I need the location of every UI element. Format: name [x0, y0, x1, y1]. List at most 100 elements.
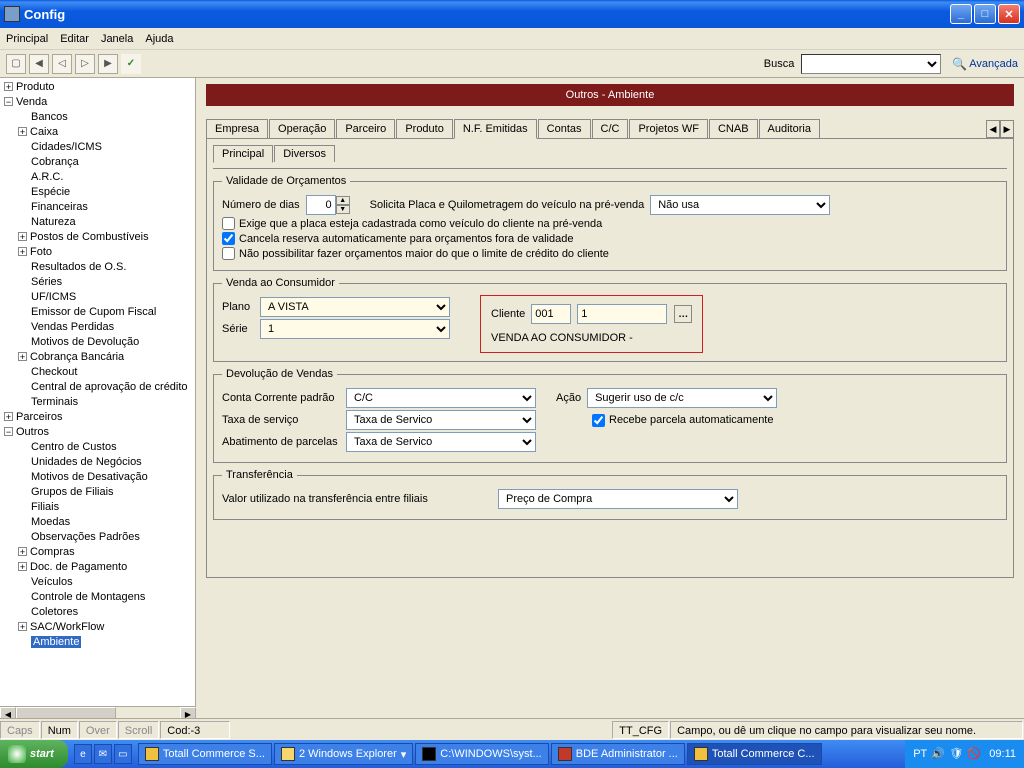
tab-contas[interactable]: Contas — [538, 119, 591, 138]
tree-outros[interactable]: Outros — [16, 426, 49, 438]
tree-bancos[interactable]: Bancos — [31, 111, 68, 123]
task-cmd[interactable]: C:\WINDOWS\syst... — [415, 743, 548, 765]
solicita-placa-select[interactable]: Não usa — [650, 195, 830, 215]
task-totall-c[interactable]: Totall Commerce C... — [687, 743, 822, 765]
tray-icon-2[interactable]: 🛡 — [949, 747, 963, 761]
ql-outlook-icon[interactable]: ✉ — [94, 744, 112, 764]
maximize-button[interactable]: □ — [974, 4, 996, 24]
tree-coletores[interactable]: Coletores — [31, 606, 78, 618]
spin-down-icon[interactable]: ▼ — [336, 205, 350, 214]
tree-filiais[interactable]: Filiais — [31, 501, 59, 513]
tab-cc[interactable]: C/C — [592, 119, 629, 138]
taxa-select[interactable]: Taxa de Servico — [346, 410, 536, 430]
tree-emissor[interactable]: Emissor de Cupom Fiscal — [31, 306, 156, 318]
tree-cidades[interactable]: Cidades/ICMS — [31, 141, 102, 153]
tree-uficms[interactable]: UF/ICMS — [31, 291, 76, 303]
numero-dias-input[interactable] — [306, 195, 336, 215]
tree-cobranca[interactable]: Cobrança — [31, 156, 79, 168]
tree-centro-custos[interactable]: Centro de Custos — [31, 441, 117, 453]
task-bde[interactable]: BDE Administrator ... — [551, 743, 685, 765]
menu-principal[interactable]: Principal — [6, 33, 48, 45]
tree-checkout[interactable]: Checkout — [31, 366, 77, 378]
tree-series[interactable]: Séries — [31, 276, 62, 288]
task-explorer[interactable]: 2 Windows Explorer▾ — [274, 743, 413, 765]
chk-nao-poss[interactable] — [222, 247, 235, 260]
cliente-cod-input[interactable] — [531, 304, 571, 324]
expand-icon[interactable]: + — [4, 82, 13, 91]
tree-parceiros[interactable]: Parceiros — [16, 411, 62, 423]
tree-unidades[interactable]: Unidades de Negócios — [31, 456, 142, 468]
tree-postos[interactable]: Postos de Combustíveis — [30, 231, 149, 243]
tab-operacao[interactable]: Operação — [269, 119, 335, 138]
tree-compras[interactable]: Compras — [30, 546, 75, 558]
menu-janela[interactable]: Janela — [101, 33, 133, 45]
tree-ambiente[interactable]: Ambiente — [31, 636, 81, 648]
tree-controle-mont[interactable]: Controle de Montagens — [31, 591, 145, 603]
tab-projetos[interactable]: Projetos WF — [629, 119, 708, 138]
chk-exige[interactable] — [222, 217, 235, 230]
nav-tree[interactable]: +Produto −Venda Bancos +Caixa Cidades/IC… — [0, 78, 196, 706]
nav-next-button[interactable]: ▷ — [75, 54, 95, 74]
subtab-principal[interactable]: Principal — [213, 145, 273, 163]
tree-grupos-filiais[interactable]: Grupos de Filiais — [31, 486, 114, 498]
tree-motivos-desat[interactable]: Motivos de Desativação — [31, 471, 148, 483]
tab-cnab[interactable]: CNAB — [709, 119, 758, 138]
nav-first-button[interactable]: ▢ — [6, 54, 26, 74]
plano-select[interactable]: A VISTA — [260, 297, 450, 317]
tree-natureza[interactable]: Natureza — [31, 216, 76, 228]
tree-produto[interactable]: Produto — [16, 81, 55, 93]
tab-produto[interactable]: Produto — [396, 119, 453, 138]
tree-veiculos[interactable]: Veículos — [31, 576, 73, 588]
tray-lang[interactable]: PT — [913, 748, 927, 760]
cliente-lookup-button[interactable]: … — [674, 305, 692, 323]
tree-caixa[interactable]: Caixa — [30, 126, 58, 138]
tab-auditoria[interactable]: Auditoria — [759, 119, 820, 138]
chk-recebe[interactable] — [592, 414, 605, 427]
tab-scroll-right-icon[interactable]: ▶ — [1000, 120, 1014, 138]
tree-foto[interactable]: Foto — [30, 246, 52, 258]
tab-scroll-left-icon[interactable]: ◀ — [986, 120, 1000, 138]
tree-motivos-dev[interactable]: Motivos de Devolução — [31, 336, 139, 348]
tree-arc[interactable]: A.R.C. — [31, 171, 63, 183]
tab-empresa[interactable]: Empresa — [206, 119, 268, 138]
nav-prev-button[interactable]: ◁ — [52, 54, 72, 74]
tree-obs-padroes[interactable]: Observações Padrões — [31, 531, 140, 543]
tree-moedas[interactable]: Moedas — [31, 516, 70, 528]
menu-ajuda[interactable]: Ajuda — [145, 33, 173, 45]
spin-up-icon[interactable]: ▲ — [336, 196, 350, 205]
tab-parceiro[interactable]: Parceiro — [336, 119, 395, 138]
tree-especie[interactable]: Espécie — [31, 186, 70, 198]
tree-doc-pag[interactable]: Doc. de Pagamento — [30, 561, 127, 573]
advanced-search-link[interactable]: Avançada — [952, 57, 1018, 71]
ql-ie-icon[interactable]: e — [74, 744, 92, 764]
tray-icon-3[interactable]: 🚫 — [967, 747, 981, 761]
tab-nf[interactable]: N.F. Emitidas — [454, 119, 537, 139]
search-input[interactable] — [801, 54, 941, 74]
serie-select[interactable]: 1 — [260, 319, 450, 339]
nav-last-button[interactable]: ▶ — [98, 54, 118, 74]
tree-vendas-perdidas[interactable]: Vendas Perdidas — [31, 321, 114, 333]
ql-desktop-icon[interactable]: ▭ — [114, 744, 132, 764]
acao-select[interactable]: Sugerir uso de c/c — [587, 388, 777, 408]
task-totall-s[interactable]: Totall Commerce S... — [138, 743, 272, 765]
tray-icon-1[interactable]: 🔊 — [931, 747, 945, 761]
tree-sac[interactable]: SAC/WorkFlow — [30, 621, 104, 633]
menu-editar[interactable]: Editar — [60, 33, 89, 45]
tree-central[interactable]: Central de aprovação de crédito — [31, 381, 188, 393]
tree-terminais[interactable]: Terminais — [31, 396, 78, 408]
tree-cob-bancaria[interactable]: Cobrança Bancária — [30, 351, 124, 363]
tree-venda[interactable]: Venda — [16, 96, 47, 108]
abat-select[interactable]: Taxa de Servico — [346, 432, 536, 452]
nav-prev-page-button[interactable]: ◀ — [29, 54, 49, 74]
tray-clock[interactable]: 09:11 — [989, 748, 1016, 760]
start-button[interactable]: start — [0, 740, 68, 768]
chk-cancela[interactable] — [222, 232, 235, 245]
cliente-seq-input[interactable] — [577, 304, 667, 324]
minimize-button[interactable]: _ — [950, 4, 972, 24]
subtab-diversos[interactable]: Diversos — [274, 145, 335, 162]
transf-valor-select[interactable]: Preço de Compra — [498, 489, 738, 509]
tree-resultados[interactable]: Resultados de O.S. — [31, 261, 126, 273]
close-button[interactable]: ✕ — [998, 4, 1020, 24]
conta-select[interactable]: C/C — [346, 388, 536, 408]
confirm-icon[interactable]: ✓ — [121, 54, 141, 74]
